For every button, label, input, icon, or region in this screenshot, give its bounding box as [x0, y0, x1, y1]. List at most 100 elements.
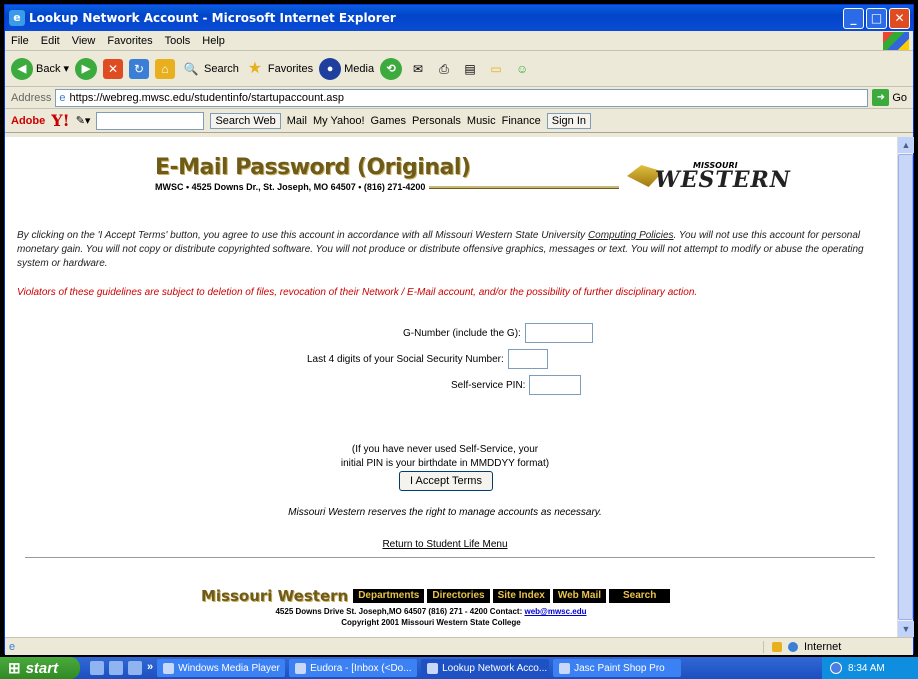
accept-terms-button[interactable]: I Accept Terms — [399, 471, 493, 491]
start-button[interactable]: ⊞ start — [0, 657, 80, 679]
footer-search-link[interactable]: Search — [609, 589, 671, 603]
pin-note: (If you have never used Self-Service, yo… — [340, 444, 550, 469]
windows-logo-icon: ⊞ — [8, 660, 21, 677]
pin-input[interactable] — [529, 375, 582, 395]
browser-window: e Lookup Network Account - Microsoft Int… — [4, 4, 914, 655]
page-icon: e — [59, 91, 66, 104]
media-launch-icon[interactable] — [109, 661, 123, 675]
media-button[interactable]: ● Media — [319, 57, 374, 80]
footer-logo[interactable]: Missouri Western — [201, 587, 348, 605]
footer-copyright: Copyright 2001 Missouri Western State Co… — [341, 618, 521, 627]
media-icon: ● — [319, 57, 342, 80]
reserve-notice: Missouri Western reserves the right to m… — [288, 507, 602, 518]
ssn-row: Last 4 digits of your Social Security Nu… — [307, 349, 548, 369]
terms-text: By clicking on the 'I Accept Terms' butt… — [17, 230, 864, 269]
media-player-icon — [163, 662, 175, 674]
close-button[interactable]: ✕ — [889, 7, 910, 29]
footer-contact: 4525 Downs Drive St. Joseph,MO 64507 (81… — [275, 607, 587, 616]
sign-in-button[interactable]: Sign In — [546, 112, 592, 129]
adobe-button[interactable]: Adobe — [11, 115, 45, 127]
back-arrow-icon: ◀ — [11, 57, 33, 80]
yahoo-toolbar: Adobe Y! ✎▾ Search Web Mail My Yahoo! Ga… — [5, 109, 913, 133]
menu-help[interactable]: Help — [202, 35, 225, 47]
task-paint-shop[interactable]: Jasc Paint Shop Pro — [553, 659, 682, 677]
divider — [25, 557, 875, 558]
violators-warning: Violators of these guidelines are subjec… — [17, 287, 698, 298]
home-icon[interactable]: ⌂ — [155, 58, 175, 79]
ie-launch-icon[interactable] — [90, 661, 104, 675]
search-icon: 🔍 — [183, 61, 199, 76]
menu-bar: File Edit View Favorites Tools Help — [5, 31, 913, 51]
window-title: Lookup Network Account - Microsoft Inter… — [29, 11, 396, 25]
tray-icon[interactable] — [830, 662, 842, 674]
menu-file[interactable]: File — [11, 35, 29, 47]
task-lookup-network[interactable]: Lookup Network Acco... — [421, 659, 550, 677]
print-icon[interactable]: ⎙ — [434, 59, 454, 79]
mail-icon[interactable]: ✉ — [408, 59, 428, 79]
star-icon: ★ — [247, 59, 263, 77]
minimize-button[interactable]: _ — [843, 7, 864, 29]
page-title: E-Mail Password (Original) — [155, 155, 471, 180]
scroll-thumb[interactable] — [898, 154, 913, 620]
search-web-button[interactable]: Search Web — [210, 112, 281, 129]
footer-web-mail-link[interactable]: Web Mail — [552, 589, 606, 603]
footer-site-index-link[interactable]: Site Index — [492, 589, 550, 603]
go-button[interactable]: Go — [892, 92, 907, 104]
music-link[interactable]: Music — [467, 115, 496, 127]
history-icon[interactable]: ⟲ — [380, 57, 403, 80]
ie-icon: e — [9, 10, 25, 26]
gnumber-input[interactable] — [524, 323, 593, 343]
computing-policies-link[interactable]: Computing Policies — [588, 230, 674, 241]
address-input[interactable]: e https://webreg.mwsc.edu/studentinfo/st… — [55, 88, 869, 107]
menu-tools[interactable]: Tools — [165, 35, 191, 47]
windows-flag-icon — [883, 32, 909, 50]
ssn-label: Last 4 digits of your Social Security Nu… — [307, 353, 504, 365]
lock-icon — [772, 641, 782, 652]
gnumber-row: G-Number (include the G): — [403, 323, 593, 343]
menu-favorites[interactable]: Favorites — [107, 35, 152, 47]
missouri-western-logo: MISSOURI WESTERN — [627, 159, 790, 193]
menu-edit[interactable]: Edit — [41, 35, 60, 47]
title-bar: e Lookup Network Account - Microsoft Int… — [5, 5, 913, 31]
quick-launch-more-icon[interactable]: » — [147, 661, 153, 675]
return-link[interactable]: Return to Student Life Menu — [5, 539, 885, 550]
yahoo-search-input[interactable] — [96, 111, 205, 130]
address-url: https://webreg.mwsc.edu/studentinfo/star… — [69, 91, 345, 104]
refresh-icon[interactable]: ↻ — [129, 58, 149, 79]
page-banner: E-Mail Password (Original) MWSC • 4525 D… — [155, 155, 685, 197]
favorites-button[interactable]: ★ Favorites — [245, 59, 313, 79]
contact-email-link[interactable]: web@mwsc.edu — [524, 607, 586, 616]
footer-departments-link[interactable]: Departments — [353, 589, 425, 603]
pencil-icon[interactable]: ✎▾ — [76, 114, 91, 127]
forward-button[interactable]: ▶ — [75, 57, 97, 80]
menu-view[interactable]: View — [72, 35, 96, 47]
status-page-icon: e — [9, 640, 16, 653]
go-arrow-icon[interactable]: ➜ — [872, 89, 890, 106]
maximize-button[interactable]: □ — [866, 7, 887, 29]
stop-icon[interactable]: ✕ — [103, 58, 123, 79]
vertical-scrollbar[interactable]: ▲ ▼ — [897, 137, 914, 637]
scroll-down-icon[interactable]: ▼ — [898, 621, 914, 637]
search-button[interactable]: 🔍 Search — [181, 59, 239, 79]
folder-icon[interactable]: ▭ — [486, 59, 506, 79]
games-link[interactable]: Games — [371, 115, 406, 127]
page-content: E-Mail Password (Original) MWSC • 4525 D… — [5, 137, 899, 637]
finance-link[interactable]: Finance — [502, 115, 541, 127]
college-address: MWSC • 4525 Downs Dr., St. Joseph, MO 64… — [155, 182, 426, 192]
footer-directories-link[interactable]: Directories — [427, 589, 490, 603]
ssn-input[interactable] — [507, 349, 548, 369]
footer: Missouri Western Departments Directories… — [201, 587, 701, 627]
banner-rule — [429, 185, 620, 189]
yahoo-logo[interactable]: Y! — [51, 111, 69, 130]
back-button[interactable]: ◀ Back ▾ — [11, 57, 69, 80]
my-yahoo-link[interactable]: My Yahoo! — [313, 115, 365, 127]
scroll-up-icon[interactable]: ▲ — [898, 137, 914, 153]
task-media-player[interactable]: Windows Media Player — [157, 659, 286, 677]
personals-link[interactable]: Personals — [412, 115, 461, 127]
ie-task-icon — [427, 662, 439, 674]
messenger-icon[interactable]: ☺ — [512, 59, 532, 79]
edit-icon[interactable]: ▤ — [460, 59, 480, 79]
paint-launch-icon[interactable] — [128, 661, 142, 675]
mail-link[interactable]: Mail — [287, 115, 307, 127]
task-eudora[interactable]: Eudora - [Inbox (<Do... — [289, 659, 418, 677]
